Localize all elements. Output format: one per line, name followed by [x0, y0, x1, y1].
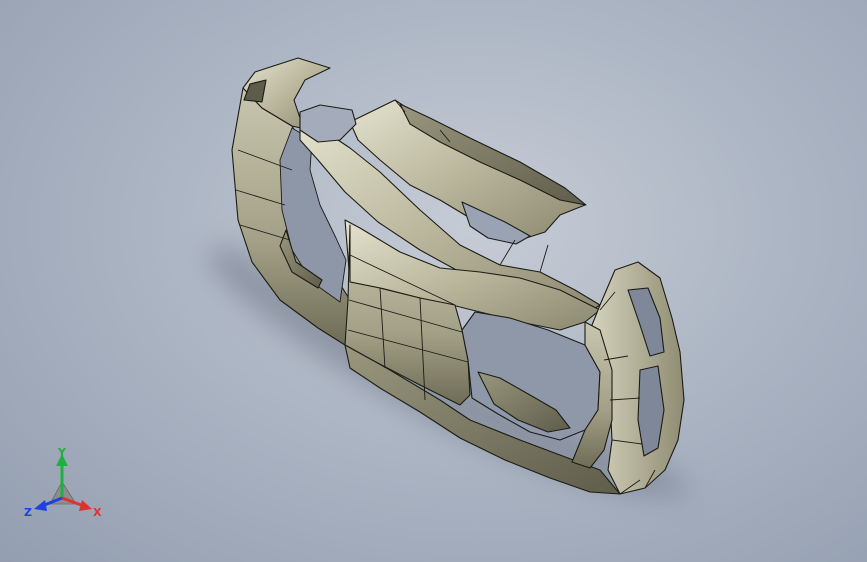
car-body-model[interactable] — [0, 0, 867, 562]
3d-viewport[interactable]: Y X Z — [0, 0, 867, 562]
triad-z-arrow — [34, 500, 47, 511]
triad-x-label: X — [93, 506, 102, 519]
triad-x-arrow — [79, 500, 92, 511]
triad-z-label: Z — [24, 506, 32, 519]
coordinate-triad[interactable]: Y X Z — [22, 446, 106, 522]
triad-y-label: Y — [57, 446, 67, 459]
